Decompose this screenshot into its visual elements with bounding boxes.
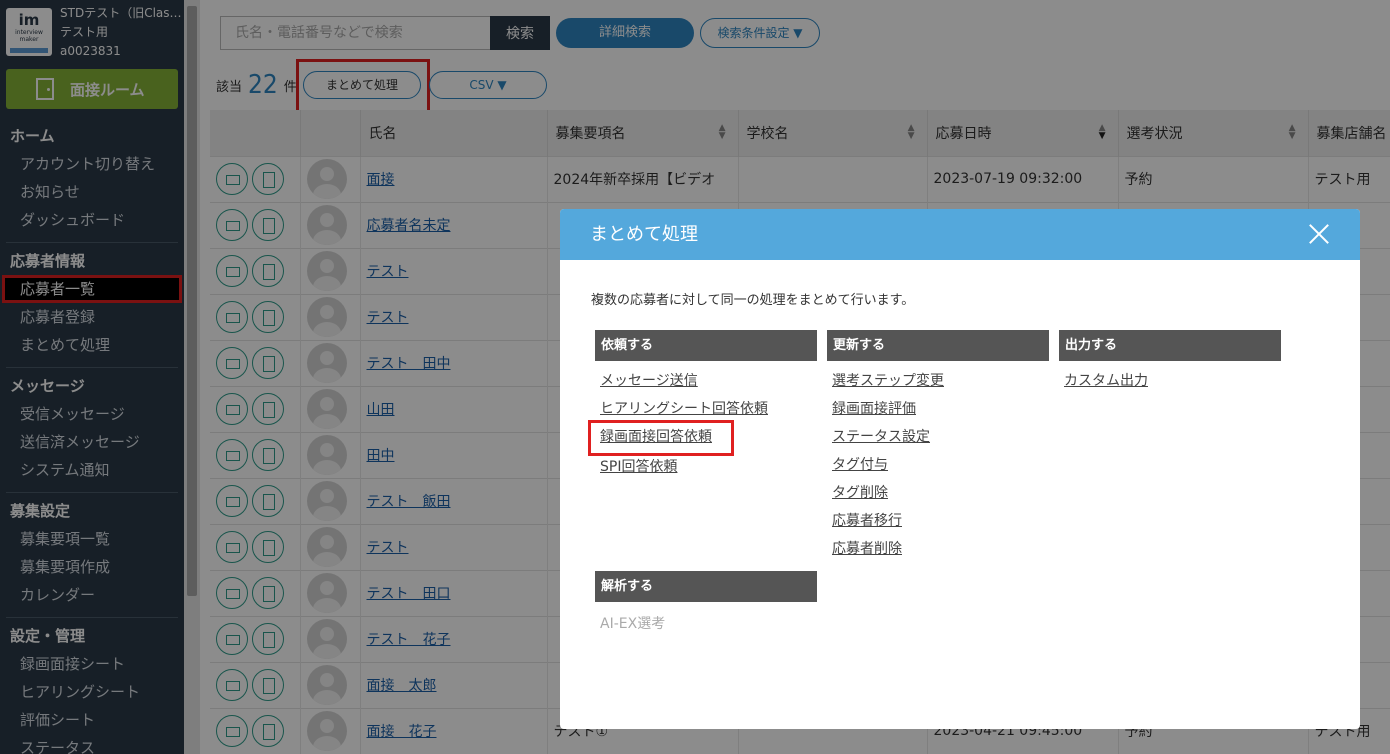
action-spi-request[interactable]: SPI回答依頼: [595, 453, 817, 481]
action-delete-applicant[interactable]: 応募者削除: [827, 535, 1049, 563]
action-video-interview-request[interactable]: 録画面接回答依頼: [588, 420, 734, 456]
action-set-status[interactable]: ステータス設定: [827, 423, 1049, 451]
action-ai-ex: AI-EX選考: [600, 616, 666, 632]
group-analyze: 解析する AI-EX選考: [595, 571, 817, 638]
bulk-process-modal: まとめて処理 複数の応募者に対して同一の処理をまとめて行います。 依頼する メッ…: [560, 209, 1360, 729]
group-heading-analyze: 解析する: [595, 571, 817, 602]
group-heading-output: 出力する: [1059, 330, 1281, 361]
action-send-message[interactable]: メッセージ送信: [595, 367, 817, 395]
modal-description: 複数の応募者に対して同一の処理をまとめて行います。: [591, 293, 915, 308]
group-heading-update: 更新する: [827, 330, 1049, 361]
action-move-applicant[interactable]: 応募者移行: [827, 507, 1049, 535]
action-add-tag[interactable]: タグ付与: [827, 451, 1049, 479]
group-update: 更新する 選考ステップ変更 録画面接評価 ステータス設定 タグ付与 タグ削除 応…: [827, 330, 1049, 563]
group-output: 出力する カスタム出力: [1059, 330, 1281, 395]
close-icon[interactable]: [1308, 223, 1330, 245]
action-change-step[interactable]: 選考ステップ変更: [827, 367, 1049, 395]
modal-title: まとめて処理: [590, 224, 698, 245]
action-hearing-sheet-request[interactable]: ヒアリングシート回答依頼: [595, 395, 817, 423]
group-heading-request: 依頼する: [595, 330, 817, 361]
action-video-evaluation[interactable]: 録画面接評価: [827, 395, 1049, 423]
modal-header: まとめて処理: [560, 209, 1360, 260]
action-remove-tag[interactable]: タグ削除: [827, 479, 1049, 507]
group-request: 依頼する メッセージ送信 ヒアリングシート回答依頼 録画面接回答依頼 SPI回答…: [588, 330, 817, 481]
action-custom-output[interactable]: カスタム出力: [1059, 367, 1281, 395]
